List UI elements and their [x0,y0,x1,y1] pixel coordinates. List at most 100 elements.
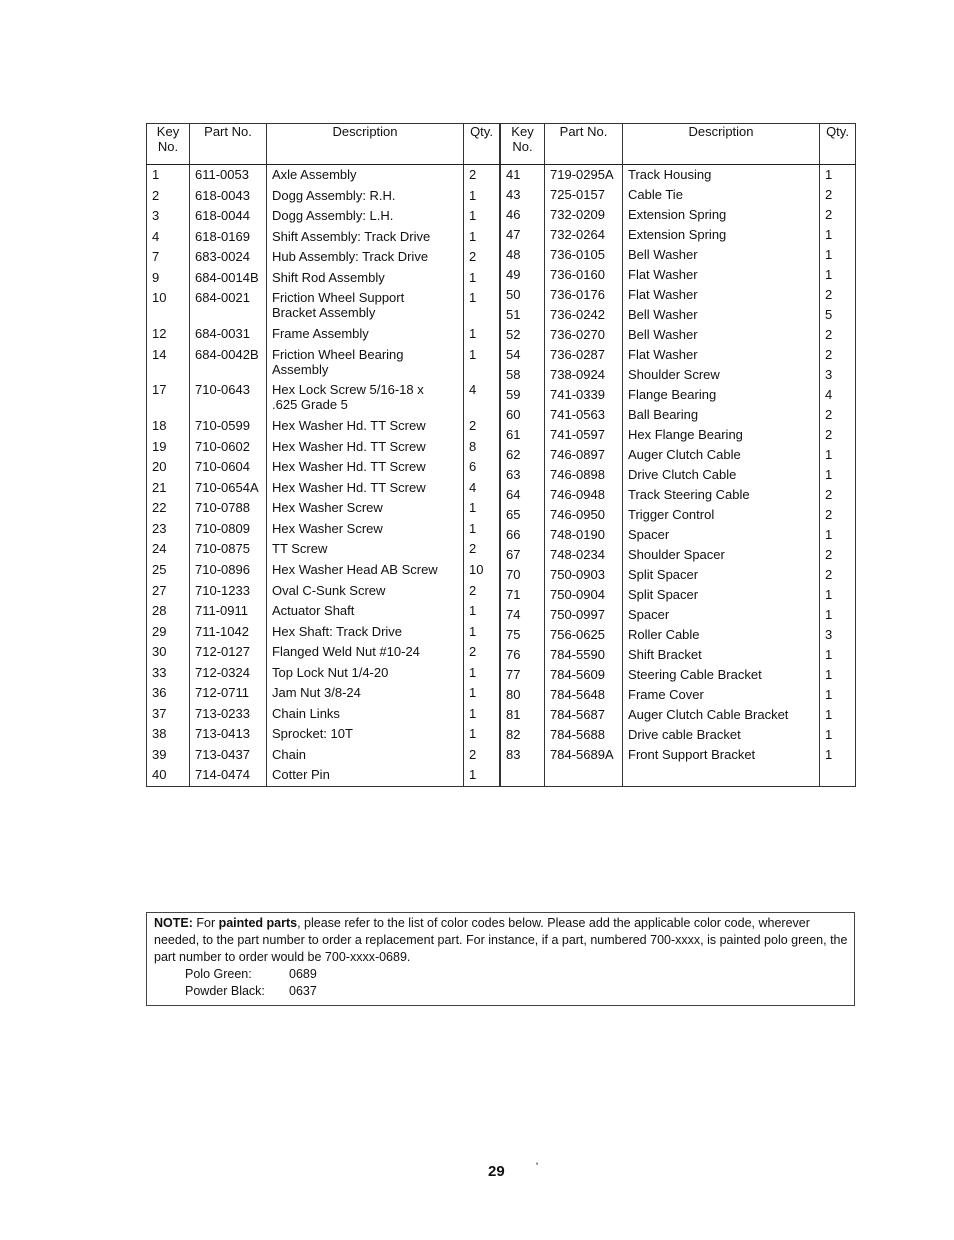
description-cell: Shoulder Screw [622,365,820,385]
qty-cell: 1 [819,245,856,265]
part-no-cell: 712-0127 [189,642,267,663]
qty-cell: 2 [819,345,856,365]
qty-cell: 5 [819,305,856,325]
header-qty: Qty. [463,123,500,165]
qty-cell: 2 [463,580,500,602]
key-no-cell: 47 [500,225,545,245]
part-no-cell: 732-0209 [544,205,623,225]
qty-cell: 2 [463,416,500,437]
table-row: 52 736-0270 Bell Washer 2 [500,325,856,345]
qty-cell: 1 [463,206,500,227]
qty-cell: 4 [819,385,856,405]
qty-cell: 2 [819,205,856,225]
qty-cell: 1 [819,645,856,665]
part-no-cell: 683-0024 [189,247,267,268]
table-row: 70 750-0903 Split Spacer 2 [500,565,856,585]
part-no-cell: 750-0904 [544,585,623,605]
parts-table-right-body: 41 719-0295A Track Housing 1 43 725-0157 Cable… [500,164,856,787]
description-cell: Drive cable Bracket [622,725,820,745]
table-row: 7 683-0024 Hub Assembly: Track Drive 2 [146,247,500,268]
empty-cell [500,765,545,787]
part-no-cell: 719-0295A [544,164,623,185]
part-no-cell: 736-0160 [544,265,623,285]
description-cell: Friction Wheel Bearing Assembly [266,344,464,381]
qty-cell: 1 [819,164,856,185]
painted-parts-note: NOTE: For painted parts, please refer to… [146,912,855,1006]
key-no-cell: 43 [500,185,545,205]
table-row: 27 710-1233 Oval C-Sunk Screw 2 [146,580,500,602]
key-no-cell: 59 [500,385,545,405]
qty-cell: 6 [463,457,500,478]
description-cell: Oval C-Sunk Screw [266,580,464,602]
description-cell: Shift Assembly: Track Drive [266,226,464,248]
table-row: 81 784-5687 Auger Clutch Cable Bracket 1 [500,705,856,725]
description-cell: Hex Shaft: Track Drive [266,621,464,643]
part-no-cell: 750-0903 [544,565,623,585]
key-no-cell: 37 [146,703,190,725]
key-no-cell: 1 [146,164,190,186]
part-no-cell: 710-1233 [189,580,267,602]
key-no-cell: 9 [146,267,190,289]
key-no-cell: 20 [146,457,190,478]
table-header-row: Key No. Part No. Description Qty. [500,123,856,165]
qty-cell: 1 [819,265,856,285]
part-no-cell: 684-0021 [189,288,267,325]
table-row: 20 710-0604 Hex Washer Hd. TT Screw 6 [146,457,500,478]
key-no-cell: 67 [500,545,545,565]
table-row: 30 712-0127 Flanged Weld Nut #10-24 2 [146,642,500,663]
qty-cell: 1 [463,498,500,519]
empty-cell [819,765,856,787]
key-no-cell: 39 [146,744,190,766]
description-cell: Top Lock Nut 1/4-20 [266,662,464,684]
key-no-cell: 71 [500,585,545,605]
note-intro: For [192,916,219,930]
key-no-cell: 30 [146,642,190,663]
description-cell: TT Screw [266,539,464,560]
color-code-row: Powder Black: 0637 [154,983,854,1000]
table-row: 29 711-1042 Hex Shaft: Track Drive 1 [146,621,500,643]
key-no-cell: 19 [146,436,190,458]
qty-cell: 1 [463,344,500,381]
part-no-cell: 684-0042B [189,344,267,381]
description-cell: Drive Clutch Cable [622,465,820,485]
color-name: Polo Green: [185,967,252,981]
qty-cell: 2 [463,744,500,766]
qty-cell: 1 [819,445,856,465]
qty-cell: 2 [819,405,856,425]
table-row: 25 710-0896 Hex Washer Head AB Screw 10 [146,560,500,581]
part-no-cell: 713-0437 [189,744,267,766]
key-no-cell: 77 [500,665,545,685]
qty-cell: 4 [463,477,500,499]
part-no-cell: 741-0597 [544,425,623,445]
header-part-no: Part No. [189,123,267,165]
description-cell: Ball Bearing [622,405,820,425]
key-no-cell: 22 [146,498,190,519]
description-cell: Hub Assembly: Track Drive [266,247,464,268]
qty-cell: 2 [819,285,856,305]
description-cell: Chain [266,744,464,766]
description-cell: Dogg Assembly: R.H. [266,185,464,207]
table-row: 1 611-0053 Axle Assembly 2 [146,164,500,186]
table-row: 54 736-0287 Flat Washer 2 [500,345,856,365]
table-row: 47 732-0264 Extension Spring 1 [500,225,856,245]
table-row: 75 756-0625 Roller Cable 3 [500,625,856,645]
part-no-cell: 712-0711 [189,683,267,704]
qty-cell: 1 [819,465,856,485]
qty-cell: 2 [819,425,856,445]
note-label: NOTE: [154,916,193,930]
part-no-cell: 732-0264 [544,225,623,245]
description-cell: Bell Washer [622,325,820,345]
part-no-cell: 738-0924 [544,365,623,385]
description-cell: Bell Washer [622,305,820,325]
part-no-cell: 684-0031 [189,324,267,345]
table-row: 3 618-0044 Dogg Assembly: L.H. 1 [146,206,500,227]
table-row: 12 684-0031 Frame Assembly 1 [146,324,500,345]
qty-cell: 1 [463,683,500,704]
table-row: 33 712-0324 Top Lock Nut 1/4-20 1 [146,662,500,684]
header-key-no: Key No. [146,123,190,165]
parts-table-left-body: 1 611-0053 Axle Assembly 2 2 618-0043 Dogg Ass… [146,164,500,787]
part-no-cell: 736-0287 [544,345,623,365]
description-cell: Hex Washer Head AB Screw [266,560,464,581]
key-no-cell: 12 [146,324,190,345]
description-cell: Flat Washer [622,265,820,285]
